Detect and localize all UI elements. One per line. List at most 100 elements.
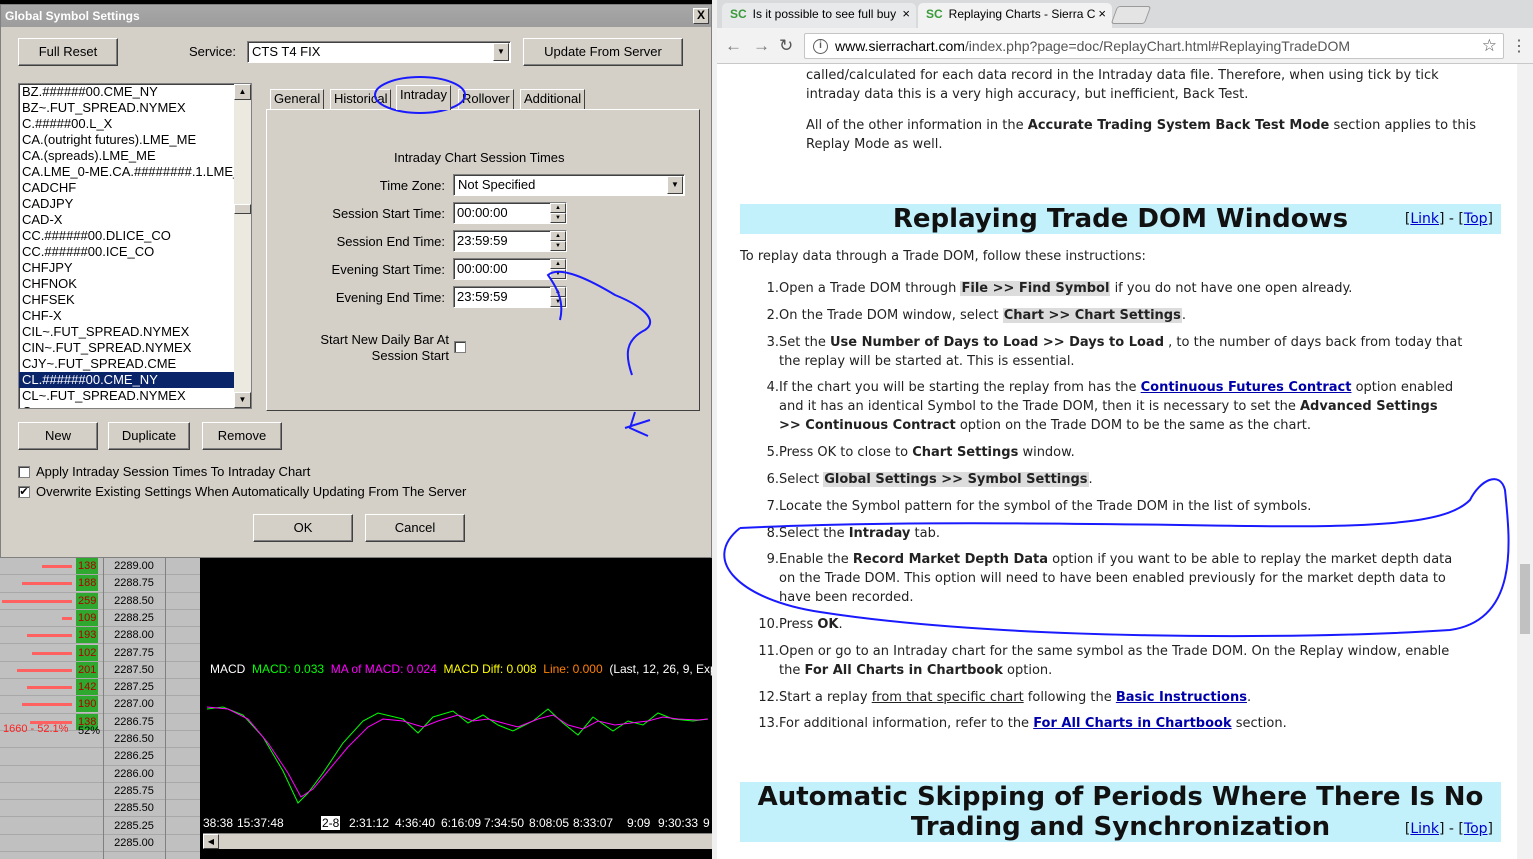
- evening-start-spinner[interactable]: ▲ ▼: [550, 259, 566, 279]
- new-button[interactable]: New: [18, 422, 98, 450]
- continuous-futures-link[interactable]: Continuous Futures Contract: [1141, 380, 1352, 395]
- scroll-thumb[interactable]: [234, 204, 251, 214]
- symbol-list-item[interactable]: CHFSEK: [19, 292, 235, 308]
- forward-icon[interactable]: →: [753, 36, 770, 56]
- dom-row[interactable]: 190 2287.00: [0, 696, 200, 714]
- dom-row[interactable]: 109 2288.25: [0, 609, 200, 628]
- chevron-down-icon[interactable]: ▼: [667, 176, 683, 194]
- tab-general[interactable]: General: [270, 89, 325, 109]
- text: Select the: [779, 526, 849, 541]
- symbol-list-item[interactable]: CAD-X: [19, 212, 235, 228]
- top-link[interactable]: Top: [1464, 211, 1488, 227]
- full-reset-button[interactable]: Full Reset: [18, 38, 118, 66]
- dom-row[interactable]: 142 2287.25: [0, 679, 200, 697]
- dom-row[interactable]: 188 2288.75: [0, 575, 200, 593]
- symbol-list-item[interactable]: CHF-X: [19, 308, 235, 324]
- dom-row[interactable]: 2285.50: [0, 800, 200, 818]
- tab-additional[interactable]: Additional: [520, 89, 586, 109]
- symbol-list-item[interactable]: CC.######00.ICE_CO: [19, 244, 235, 260]
- symbol-list-item[interactable]: CA.(spreads).LME_ME: [19, 148, 235, 164]
- new-daily-bar-checkbox[interactable]: [454, 341, 466, 353]
- info-icon[interactable]: i: [813, 39, 828, 54]
- menu-icon[interactable]: ⋮: [1511, 36, 1527, 56]
- symbol-list-item[interactable]: CL~.FUT_SPREAD.NYMEX: [19, 388, 235, 404]
- trade-dom-ladder[interactable]: 138 2289.00 188 2288.75 259 2288.50 109 2288.25…: [0, 558, 200, 859]
- scroll-thumb[interactable]: [1520, 564, 1530, 634]
- browser-tab-forum[interactable]: SC Is it possible to see full buy ×: [722, 3, 916, 28]
- symbol-list-item[interactable]: CIL~.FUT_SPREAD.NYMEX: [19, 324, 235, 340]
- service-select[interactable]: CTS T4 FIX ▼: [247, 41, 511, 63]
- duplicate-button[interactable]: Duplicate: [108, 422, 190, 450]
- scroll-left-icon[interactable]: ◀: [203, 834, 219, 849]
- symbol-list-item[interactable]: CIN~.FUT_SPREAD.NYMEX: [19, 340, 235, 356]
- session-end-spinner[interactable]: ▲ ▼: [550, 231, 566, 251]
- browser-tab-replaying-charts[interactable]: SC Replaying Charts - Sierra C ×: [918, 3, 1112, 28]
- cancel-button[interactable]: Cancel: [365, 514, 465, 542]
- dom-row[interactable]: 193 2288.00: [0, 627, 200, 645]
- symbol-list-item[interactable]: BZ~.FUT_SPREAD.NYMEX: [19, 100, 235, 116]
- link-link[interactable]: Link: [1410, 211, 1439, 227]
- dom-row[interactable]: 201 2287.50: [0, 661, 200, 680]
- dom-row[interactable]: 2286.25: [0, 748, 200, 766]
- remove-button[interactable]: Remove: [202, 422, 282, 450]
- dom-row[interactable]: 102 2287.75: [0, 644, 200, 662]
- time-zone-select[interactable]: Not Specified ▼: [453, 174, 685, 196]
- dom-row[interactable]: 138 2289.00: [0, 558, 200, 576]
- symbol-list-item[interactable]: C.#####00.L_X: [19, 116, 235, 132]
- list-scrollbar[interactable]: ▲ ▼: [234, 84, 251, 408]
- chevron-down-icon[interactable]: ▼: [493, 43, 509, 61]
- close-icon[interactable]: ×: [1098, 3, 1106, 25]
- dom-row[interactable]: 259 2288.50: [0, 592, 200, 610]
- dom-row[interactable]: 2285.25: [0, 818, 200, 835]
- symbol-list-item[interactable]: CADCHF: [19, 180, 235, 196]
- new-tab-button[interactable]: [1110, 6, 1152, 24]
- macd-chart[interactable]: MACD MACD: 0.033 MA of MACD: 0.024 MACD …: [203, 558, 712, 859]
- basic-instructions-link[interactable]: Basic Instructions: [1116, 690, 1247, 705]
- symbol-list-item[interactable]: CADJPY: [19, 196, 235, 212]
- star-icon[interactable]: ☆: [1482, 36, 1497, 56]
- for-all-charts-link[interactable]: For All Charts in Chartbook: [1033, 716, 1231, 731]
- text: Set the: [779, 335, 830, 350]
- ok-button[interactable]: OK: [253, 514, 353, 542]
- top-link[interactable]: Top: [1464, 821, 1488, 837]
- page-scrollbar[interactable]: [1517, 64, 1533, 859]
- text: the: [779, 663, 805, 678]
- evening-end-field[interactable]: 23:59:59 ▲ ▼: [453, 286, 567, 308]
- reload-icon[interactable]: ↻: [779, 36, 793, 56]
- symbol-list-item[interactable]: CL.######00.CME_NY: [19, 372, 235, 388]
- specific-chart-link[interactable]: from that specific chart: [872, 690, 1024, 705]
- symbol-list[interactable]: BZ.######00.CME_NY BZ~.FUT_SPREAD.NYMEX C.…: [18, 83, 252, 409]
- session-start-spinner[interactable]: ▲ ▼: [550, 203, 566, 223]
- scroll-up-icon[interactable]: ▲: [234, 84, 251, 100]
- symbol-list-item[interactable]: CA.LME_0-ME.CA.########.1.LME_: [19, 164, 235, 180]
- dom-row[interactable]: 2286.00: [0, 766, 200, 783]
- address-bar[interactable]: i www.sierrachart.com/index.php?page=doc…: [804, 33, 1504, 59]
- session-start-field[interactable]: 00:00:00 ▲ ▼: [453, 202, 567, 224]
- symbol-list-item[interactable]: BZ.######00.CME_NY: [19, 84, 235, 100]
- symbol-list-item[interactable]: CJY~.FUT_SPREAD.CME: [19, 356, 235, 372]
- symbol-list-item[interactable]: CHFNOK: [19, 276, 235, 292]
- symbol-list-item[interactable]: C...: [19, 404, 235, 408]
- dom-row[interactable]: 2285.75: [0, 783, 200, 801]
- session-end-field[interactable]: 23:59:59 ▲ ▼: [453, 230, 567, 252]
- chart-scrollbar[interactable]: ◀: [203, 833, 712, 849]
- scroll-down-icon[interactable]: ▼: [234, 392, 251, 408]
- close-icon[interactable]: X: [693, 8, 709, 24]
- tab-historical[interactable]: Historical: [330, 89, 392, 109]
- tab-intraday[interactable]: Intraday: [396, 85, 451, 110]
- time-zone-value: Not Specified: [458, 177, 536, 192]
- back-icon[interactable]: ←: [725, 36, 742, 56]
- update-from-server-button[interactable]: Update From Server: [523, 38, 683, 66]
- tab-rollover[interactable]: Rollover: [458, 89, 514, 109]
- apply-intraday-checkbox[interactable]: [18, 466, 30, 478]
- overwrite-label: Overwrite Existing Settings When Automat…: [36, 484, 467, 499]
- dom-row[interactable]: 2285.00: [0, 835, 200, 853]
- evening-end-spinner[interactable]: ▲ ▼: [550, 287, 566, 307]
- link-link[interactable]: Link: [1410, 821, 1439, 837]
- close-icon[interactable]: ×: [902, 3, 910, 25]
- symbol-list-item[interactable]: CC.######00.DLICE_CO: [19, 228, 235, 244]
- overwrite-checkbox[interactable]: ✔: [18, 486, 30, 498]
- symbol-list-item[interactable]: CHFJPY: [19, 260, 235, 276]
- evening-start-field[interactable]: 00:00:00 ▲ ▼: [453, 258, 567, 280]
- symbol-list-item[interactable]: CA.(outright futures).LME_ME: [19, 132, 235, 148]
